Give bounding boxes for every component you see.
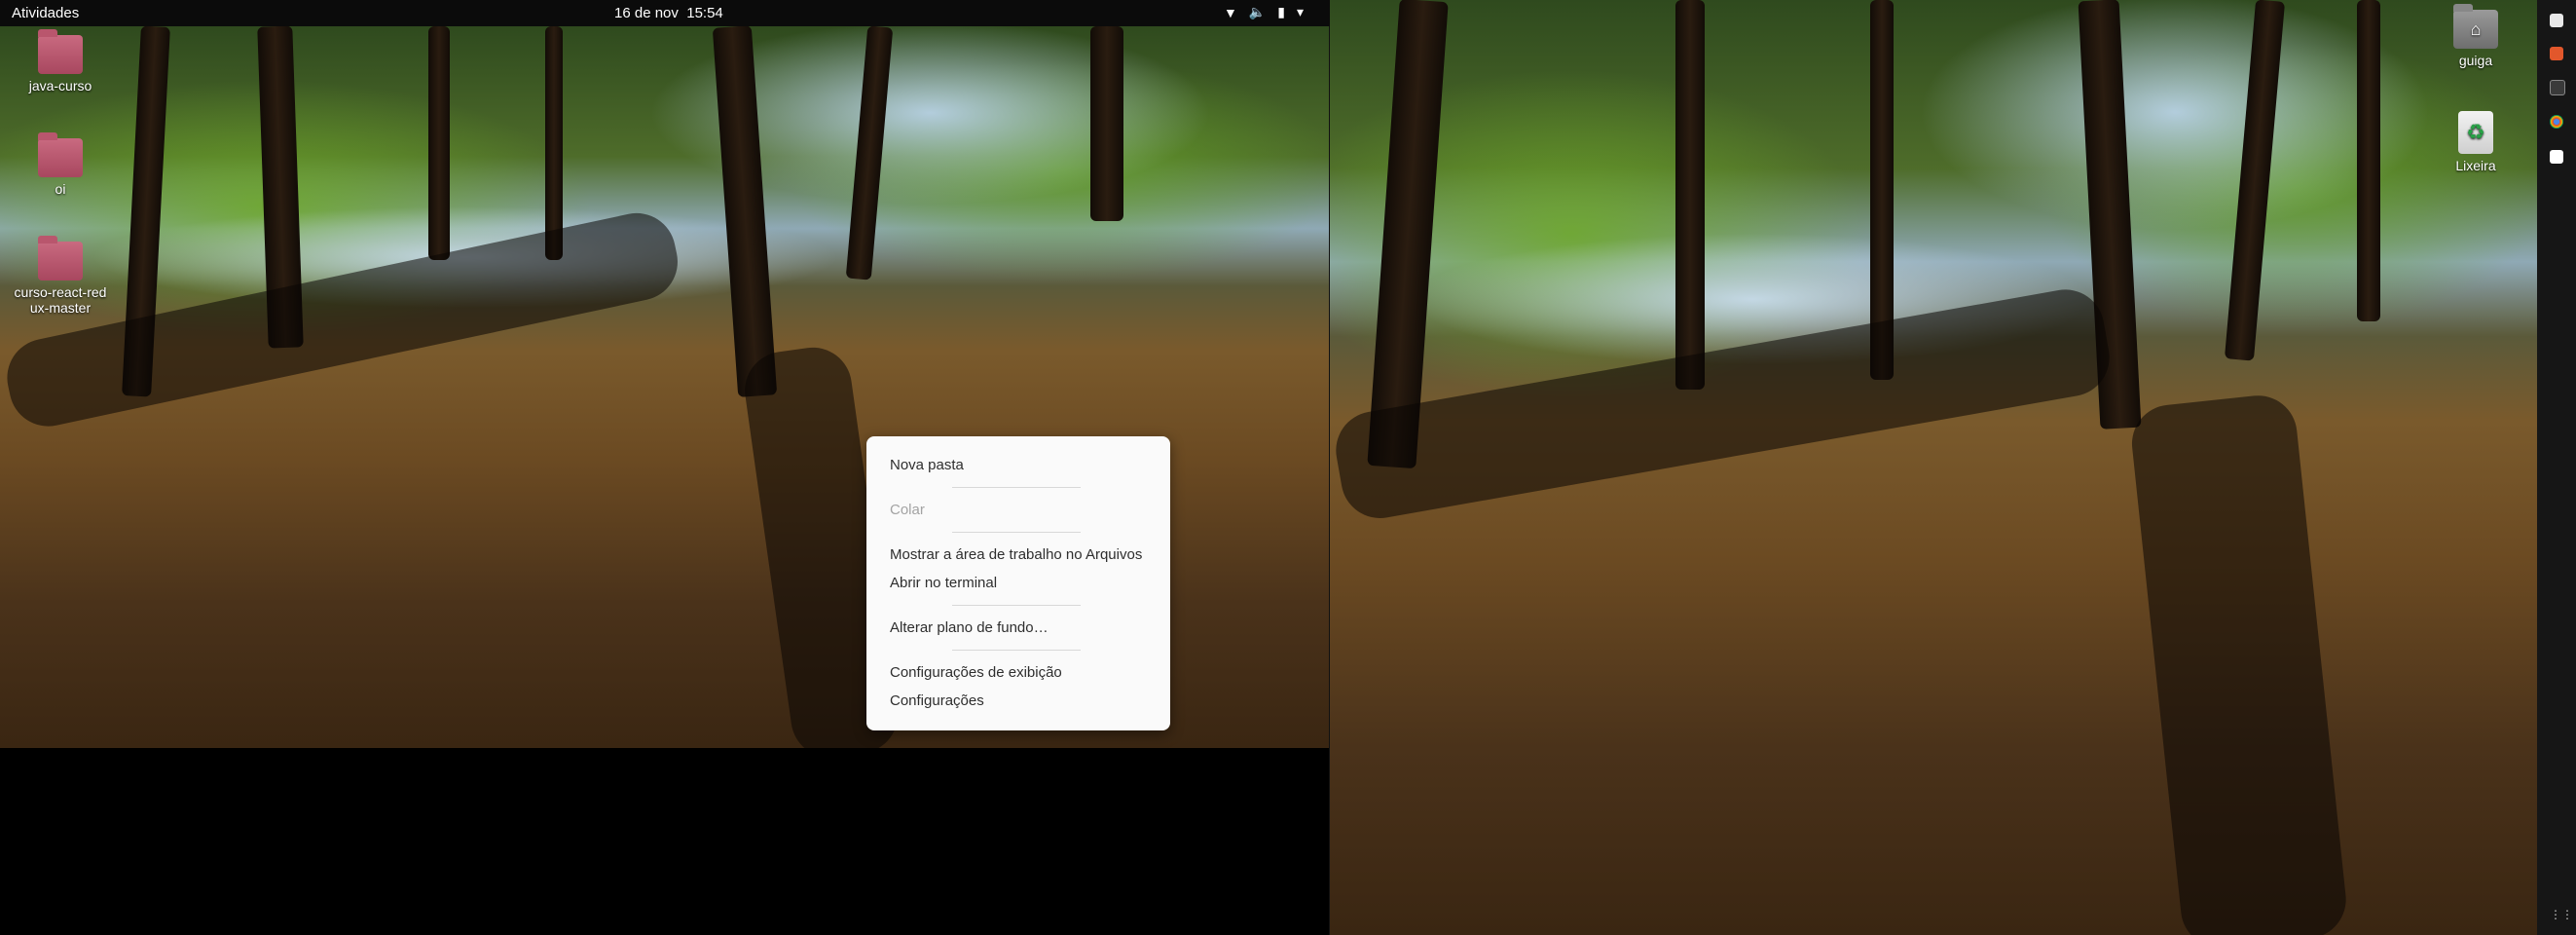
wifi-icon: ▼ xyxy=(1224,4,1237,20)
tree-shadow xyxy=(1330,283,2116,525)
dock: ⋮⋮ xyxy=(2537,0,2576,935)
tree-shadow xyxy=(2128,392,2350,935)
home-folder-icon: ⌂ xyxy=(2453,4,2498,49)
tree-trunk xyxy=(545,26,563,260)
activities-button[interactable]: Atividades xyxy=(12,5,79,21)
menu-item-paste: Colar xyxy=(890,502,925,518)
show-apps-icon[interactable]: ⋮⋮ xyxy=(2550,908,2573,921)
desktop-home-folder[interactable]: ⌂ guiga xyxy=(2417,4,2534,68)
battery-icon: ▮ xyxy=(1277,4,1286,19)
menu-separator xyxy=(952,650,1081,651)
chrome-app-icon[interactable] xyxy=(2550,115,2563,129)
menu-item-new-folder[interactable]: Nova pasta xyxy=(890,457,964,473)
desktop-icon-label: Lixeira xyxy=(2455,158,2496,173)
wallpaper-right[interactable] xyxy=(1330,0,2537,935)
desktop-context-menu: Nova pasta Colar Mostrar a área de traba… xyxy=(866,436,1170,730)
top-bar: Atividades 16 de nov 15:54 ▼ 🔈 ▮ ▾ xyxy=(0,0,1330,26)
files-app-icon[interactable] xyxy=(2550,14,2563,27)
desktop-icon-label: guiga xyxy=(2458,53,2493,68)
terminal-app-icon[interactable] xyxy=(2550,80,2565,95)
desktop-trash[interactable]: ♻ Lixeira xyxy=(2417,111,2534,173)
folder-icon xyxy=(38,236,83,280)
menu-item-change-background[interactable]: Alterar plano de fundo… xyxy=(890,619,1049,636)
volume-icon: 🔈 xyxy=(1248,4,1267,19)
system-tray[interactable]: ▼ 🔈 ▮ ▾ xyxy=(1224,4,1304,20)
folder-icon xyxy=(38,132,83,177)
tree-trunk xyxy=(1675,0,1705,390)
menu-separator xyxy=(952,532,1081,533)
tree-trunk xyxy=(712,26,778,397)
time-label: 15:54 xyxy=(686,5,723,21)
tree-trunk xyxy=(1090,26,1123,221)
desktop-icon-label: java-curso xyxy=(28,78,92,94)
menu-item-show-in-files[interactable]: Mostrar a área de trabalho no Arquivos xyxy=(890,546,1142,563)
date-label: 16 de nov xyxy=(614,5,679,21)
chevron-down-icon: ▾ xyxy=(1297,4,1305,19)
tree-trunk xyxy=(2357,0,2380,321)
menu-item-open-terminal[interactable]: Abrir no terminal xyxy=(890,575,997,591)
trash-icon: ♻ xyxy=(2458,111,2493,154)
desktop-icon-label: oi xyxy=(55,181,66,197)
desktop-folder-java-curso[interactable]: java-curso xyxy=(2,29,119,94)
tree-shadow xyxy=(0,206,685,434)
tree-trunk xyxy=(1367,0,1449,469)
desktop-icon-label: curso-react-redux-master xyxy=(14,284,107,316)
home-icon: ⌂ xyxy=(2470,19,2482,39)
editor-app-icon[interactable] xyxy=(2550,150,2563,164)
tree-trunk xyxy=(2224,0,2286,361)
empty-screen-area xyxy=(0,748,1330,935)
menu-item-display-settings[interactable]: Configurações de exibição xyxy=(890,664,1062,681)
menu-item-settings[interactable]: Configurações xyxy=(890,692,984,709)
tree-trunk xyxy=(428,26,450,260)
desktop-folder-curso-react-redux-master[interactable]: curso-react-redux-master xyxy=(2,236,119,316)
desktop-folder-oi[interactable]: oi xyxy=(2,132,119,197)
software-app-icon[interactable] xyxy=(2550,47,2563,60)
monitor-divider xyxy=(1329,0,1330,935)
menu-separator xyxy=(952,487,1081,488)
tree-trunk xyxy=(845,26,894,280)
clock[interactable]: 16 de nov 15:54 xyxy=(614,5,723,21)
folder-icon xyxy=(38,29,83,74)
menu-separator xyxy=(952,605,1081,606)
